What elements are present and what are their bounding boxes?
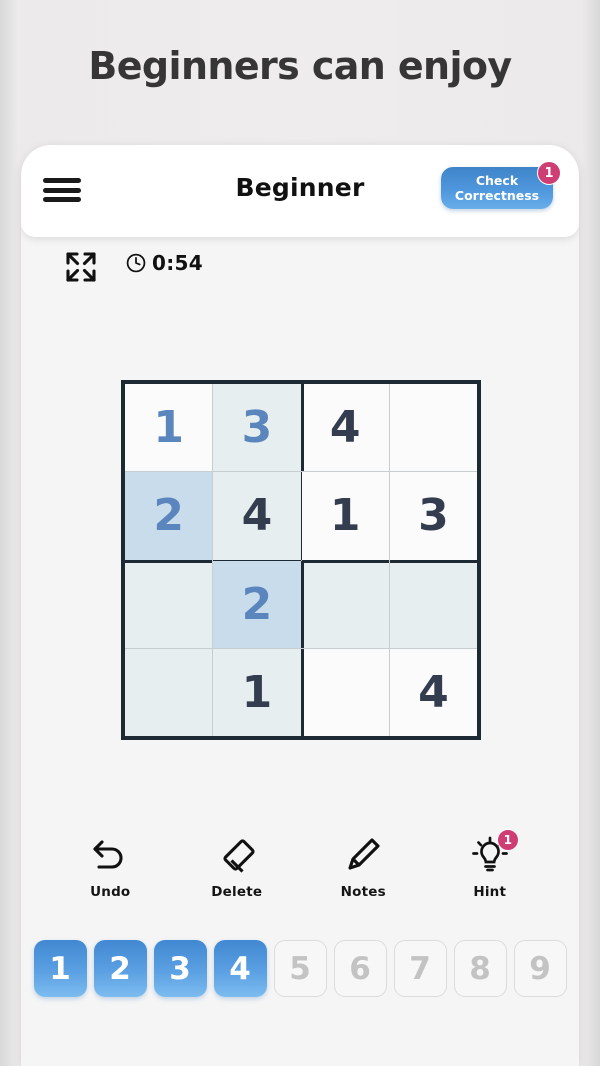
numpad-button-5: 5 — [273, 940, 327, 997]
numpad-button-9: 9 — [513, 940, 567, 997]
tool-bar: Undo Delete Notes Hint 1 — [21, 829, 579, 900]
sudoku-cell-r3c3[interactable]: 4 — [389, 648, 477, 736]
sudoku-cell-r0c2[interactable]: 4 — [301, 384, 389, 472]
sudoku-cell-r0c3[interactable] — [389, 384, 477, 472]
sudoku-cell-r2c3[interactable] — [389, 560, 477, 648]
sudoku-cell-r1c1[interactable]: 4 — [213, 472, 301, 560]
tool-badge: 1 — [496, 829, 519, 851]
number-pad: 123456789 — [21, 940, 579, 997]
sudoku-cell-r2c1[interactable]: 2 — [213, 560, 301, 648]
check-correctness-badge: 1 — [537, 161, 561, 185]
tool-label: Undo — [90, 884, 131, 900]
sudoku-board: 1342413214 — [121, 380, 481, 740]
status-row: 0:54 — [21, 239, 579, 295]
sudoku-cell-r1c3[interactable]: 3 — [389, 472, 477, 560]
numpad-button-7: 7 — [393, 940, 447, 997]
sudoku-cell-r1c0[interactable]: 2 — [125, 472, 213, 560]
sudoku-cell-r2c2[interactable] — [301, 560, 389, 648]
app-header: Beginner Check Correctness 1 — [21, 145, 579, 237]
numpad-button-2[interactable]: 2 — [93, 940, 147, 997]
undo-arrow-icon — [90, 835, 130, 875]
pencil-icon — [343, 835, 383, 875]
numpad-button-4[interactable]: 4 — [213, 940, 267, 997]
phone-mockup-frame: Beginner Check Correctness 1 0:54 134241… — [21, 145, 579, 1066]
numpad-button-8: 8 — [453, 940, 507, 997]
fullscreen-expand-icon[interactable] — [65, 251, 97, 283]
sudoku-cell-r1c2[interactable]: 1 — [301, 472, 389, 560]
page-title: Beginners can enjoy — [88, 44, 512, 88]
sudoku-cell-r0c1[interactable]: 3 — [213, 384, 301, 472]
tool-undo-button[interactable]: Undo — [67, 835, 153, 900]
numpad-button-3[interactable]: 3 — [153, 940, 207, 997]
sudoku-cell-r3c1[interactable]: 1 — [213, 648, 301, 736]
sudoku-cell-r3c0[interactable] — [125, 648, 213, 736]
tool-notes-button[interactable]: Notes — [320, 835, 406, 900]
tool-hint-button[interactable]: Hint 1 — [447, 829, 533, 900]
timer-value: 0:54 — [152, 251, 203, 275]
tool-label: Notes — [340, 884, 386, 900]
sudoku-cell-r3c2[interactable] — [301, 648, 389, 736]
sudoku-cell-r2c0[interactable] — [125, 560, 213, 648]
numpad-button-1[interactable]: 1 — [33, 940, 87, 997]
clock-icon — [126, 253, 146, 273]
tool-label: Delete — [211, 884, 263, 900]
tool-delete-button[interactable]: Delete — [194, 835, 280, 900]
check-correctness-wrap: Check Correctness 1 — [441, 161, 561, 209]
timer: 0:54 — [125, 251, 203, 275]
eraser-icon — [217, 835, 257, 875]
tool-label: Hint — [473, 884, 507, 900]
sudoku-cell-r0c0[interactable]: 1 — [125, 384, 213, 472]
numpad-button-6: 6 — [333, 940, 387, 997]
sudoku-grid: 1342413214 — [121, 380, 481, 740]
